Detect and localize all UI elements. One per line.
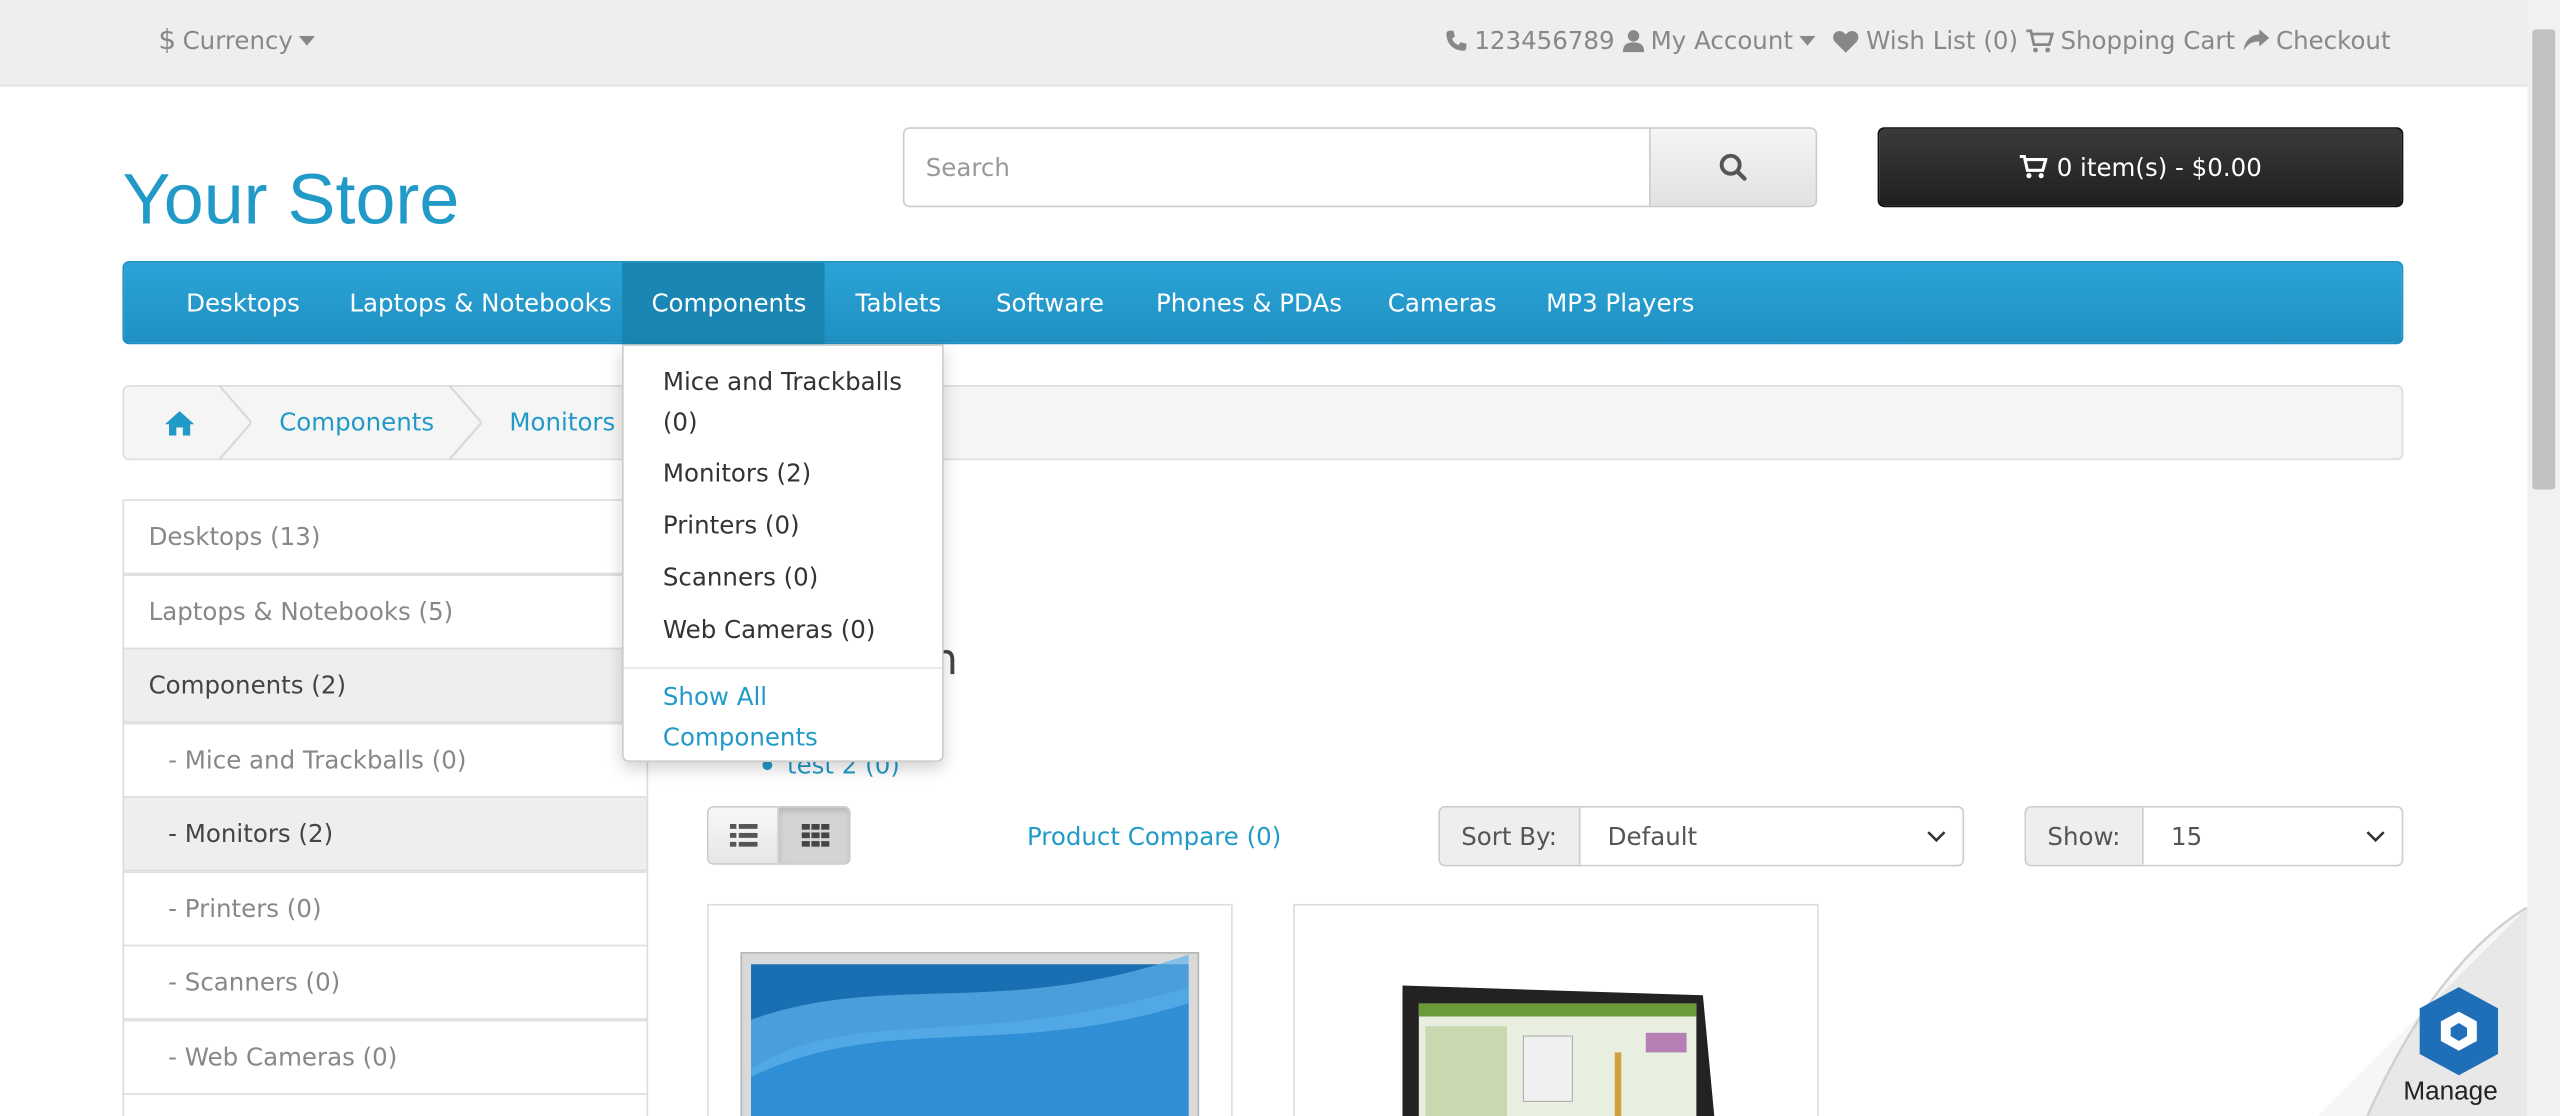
breadcrumb: Components Monitors xyxy=(122,385,2404,461)
main-menu: Desktops Laptops & Notebooks Components … xyxy=(122,261,2404,345)
page: $ Currency 123456789 My Account Wish Lis… xyxy=(0,0,2560,1116)
sidebar-item-web-cameras[interactable]: - Web Cameras (0) xyxy=(122,1019,649,1095)
menu-item-components[interactable]: Components xyxy=(622,262,825,345)
list-view-button[interactable] xyxy=(708,807,779,864)
menu-item-tablets[interactable]: Tablets xyxy=(826,263,970,345)
menu-item-desktops[interactable]: Desktops xyxy=(157,263,330,345)
breadcrumb-separator xyxy=(218,385,252,461)
manage-widget[interactable]: Manage xyxy=(2318,907,2528,1116)
my-account-dropdown[interactable]: My Account xyxy=(1622,23,1816,59)
dropdown-item-scanners[interactable]: Scanners (0) xyxy=(663,558,924,599)
sidebar-item-components[interactable]: Components (2) xyxy=(122,647,649,723)
my-account-label: My Account xyxy=(1650,26,1793,56)
caret-down-icon xyxy=(299,35,316,46)
sidebar-item-printers[interactable]: - Printers (0) xyxy=(122,871,649,947)
store-logo[interactable]: Your Store xyxy=(122,160,459,242)
scrollbar-thumb[interactable] xyxy=(2532,29,2556,490)
user-icon xyxy=(1622,30,1645,53)
breadcrumb-home[interactable] xyxy=(164,387,195,459)
dropdown-divider xyxy=(623,667,943,669)
show-limit-value: 15 xyxy=(2171,821,2203,851)
sort-by-label: Sort By: xyxy=(1440,807,1580,865)
sort-by-select[interactable]: Default xyxy=(1579,807,1963,865)
shopping-cart-link[interactable]: Shopping Cart xyxy=(2026,23,2235,59)
grid-icon xyxy=(800,823,829,847)
cart-button[interactable]: 0 item(s) - $0.00 xyxy=(1877,127,2404,208)
menu-item-laptops-notebooks[interactable]: Laptops & Notebooks xyxy=(320,263,641,345)
search-input[interactable] xyxy=(902,127,1651,208)
breadcrumb-separator xyxy=(448,385,482,461)
product-card[interactable] xyxy=(1293,903,1819,1116)
manage-logo-icon xyxy=(2419,987,2499,1076)
sidebar-item-mice-trackballs[interactable]: - Mice and Trackballs (0) xyxy=(122,722,649,798)
sidebar-item-monitors[interactable]: - Monitors (2) xyxy=(122,796,649,872)
show-limit-select[interactable]: 15 xyxy=(2143,807,2402,865)
search-box xyxy=(902,127,1818,208)
cart-icon xyxy=(2026,28,2054,52)
dropdown-show-all-link[interactable]: Show All Components xyxy=(663,677,924,759)
sort-by-group: Sort By: Default xyxy=(1438,806,1965,867)
chevron-down-icon xyxy=(1927,830,1946,842)
share-icon xyxy=(2243,29,2270,51)
show-limit-group: Show: 15 xyxy=(2024,806,2404,867)
checkout-label: Checkout xyxy=(2275,26,2391,56)
wish-list-link[interactable]: Wish List (0) xyxy=(1832,23,2018,59)
wish-list-label: Wish List (0) xyxy=(1866,26,2019,56)
caret-down-icon xyxy=(1799,35,1816,46)
dropdown-item-web-cameras[interactable]: Web Cameras (0) xyxy=(663,610,924,651)
search-icon xyxy=(1719,153,1747,181)
currency-dropdown[interactable]: $ Currency xyxy=(158,23,316,59)
phone-icon xyxy=(1446,30,1467,51)
product-card[interactable] xyxy=(706,903,1233,1116)
grid-view-button[interactable] xyxy=(778,807,850,864)
product-compare-link[interactable]: Product Compare (0) xyxy=(1027,822,1281,851)
currency-label: Currency xyxy=(182,26,293,56)
menu-item-mp3-players[interactable]: MP3 Players xyxy=(1517,263,1724,345)
search-button[interactable] xyxy=(1649,127,1818,208)
dropdown-item-mice-trackballs[interactable]: Mice and Trackballs (0) xyxy=(663,362,924,444)
sidebar-item-scanners[interactable]: - Scanners (0) xyxy=(122,944,649,1020)
phone-number: 123456789 xyxy=(1474,26,1615,56)
product-image[interactable] xyxy=(709,906,1233,1116)
top-bar: $ Currency 123456789 My Account Wish Lis… xyxy=(0,0,2528,87)
components-dropdown: Mice and Trackballs (0) Monitors (2) Pri… xyxy=(622,344,944,762)
sort-by-value: Default xyxy=(1607,821,1698,851)
view-toggle xyxy=(706,806,851,865)
shopping-cart-label: Shopping Cart xyxy=(2060,26,2236,56)
cart-button-label: 0 item(s) - $0.00 xyxy=(2056,152,2262,182)
show-label: Show: xyxy=(2026,807,2144,865)
chevron-down-icon xyxy=(2366,830,2385,842)
sidebar-item-more[interactable] xyxy=(122,1093,649,1116)
home-icon xyxy=(164,410,195,435)
dropdown-item-monitors[interactable]: Monitors (2) xyxy=(663,454,924,495)
breadcrumb-item-components[interactable]: Components xyxy=(279,387,434,459)
list-icon xyxy=(729,823,757,847)
product-image[interactable] xyxy=(1295,906,1819,1116)
sidebar-item-laptops-notebooks[interactable]: Laptops & Notebooks (5) xyxy=(122,574,649,650)
menu-item-phones-pdas[interactable]: Phones & PDAs xyxy=(1127,263,1372,345)
category-sidebar: Desktops (13) Laptops & Notebooks (5) Co… xyxy=(122,499,649,1116)
dropdown-item-printers[interactable]: Printers (0) xyxy=(663,506,924,547)
manage-label: Manage xyxy=(2403,1078,2498,1107)
heart-icon xyxy=(1833,30,1859,52)
checkout-link[interactable]: Checkout xyxy=(2243,23,2391,59)
page-scrollbar[interactable] xyxy=(2527,0,2560,1116)
menu-item-software[interactable]: Software xyxy=(967,263,1134,345)
breadcrumb-item-monitors[interactable]: Monitors xyxy=(509,387,615,459)
menu-item-cameras[interactable]: Cameras xyxy=(1358,263,1526,345)
cart-icon xyxy=(2019,155,2047,179)
sidebar-item-desktops[interactable]: Desktops (13) xyxy=(122,499,649,575)
dollar-icon: $ xyxy=(158,24,177,58)
phone-link[interactable]: 123456789 xyxy=(1445,23,1615,59)
